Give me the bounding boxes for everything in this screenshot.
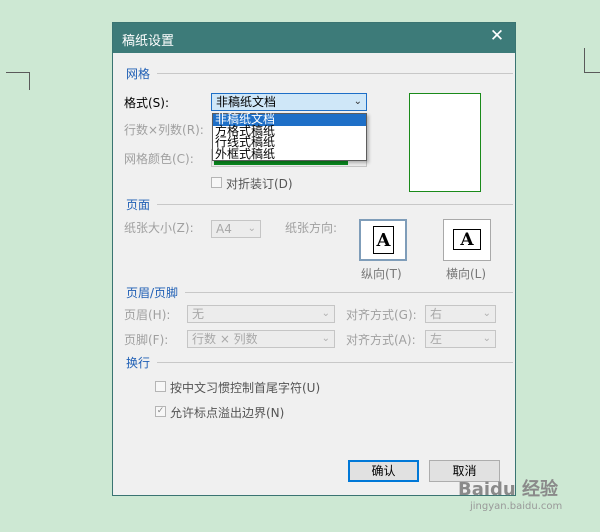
grid-section-divider [157, 73, 513, 74]
fold-checkbox[interactable] [211, 177, 222, 188]
crop-mark-tr-v [584, 48, 585, 73]
paper-preview [409, 93, 481, 192]
grid-section-header: 网格 [126, 67, 151, 81]
portrait-label: 纵向(T) [361, 267, 402, 281]
header-footer-section-divider [185, 292, 513, 293]
baidu-watermark-url: jingyan.baidu.com [470, 501, 563, 512]
grid-color-label: 网格颜色(C): [124, 152, 194, 166]
portrait-button[interactable]: A [359, 219, 407, 261]
page-section-header: 页面 [126, 198, 151, 212]
footer-align-select[interactable]: 左 ⌄ [425, 330, 496, 348]
header-select[interactable]: 无 ⌄ [187, 305, 335, 323]
landscape-button[interactable]: A [443, 219, 491, 261]
header-value: 无 [192, 307, 205, 321]
baidu-watermark-logo: Baidu 经验 [458, 479, 559, 500]
footer-align-label: 对齐方式(A): [346, 333, 416, 347]
portrait-page-icon: A [373, 226, 394, 254]
crop-mark-tr-h [584, 72, 600, 73]
cjk-control-checkbox[interactable] [155, 381, 166, 392]
crop-mark-tl-h [6, 72, 30, 73]
paper-size-select[interactable]: A4 ⌄ [211, 220, 261, 238]
header-footer-section-header: 页眉/页脚 [126, 286, 179, 300]
format-select-value: 非稿纸文档 [216, 95, 277, 109]
landscape-label: 横向(L) [446, 267, 487, 281]
chevron-down-icon: ⌄ [353, 96, 362, 107]
footer-value: 行数 × 列数 [192, 332, 258, 346]
cjk-control-label: 按中文习惯控制首尾字符(U) [170, 381, 321, 395]
footer-label: 页脚(F): [124, 333, 169, 347]
landscape-page-icon: A [453, 229, 481, 250]
footer-align-value: 左 [430, 332, 443, 346]
chevron-down-icon: ⌄ [321, 333, 330, 344]
header-align-select[interactable]: 右 ⌄ [425, 305, 496, 323]
line-break-section-divider [157, 362, 513, 363]
format-select[interactable]: 非稿纸文档 ⌄ [211, 93, 367, 111]
chevron-down-icon: ⌄ [321, 308, 330, 319]
header-align-value: 右 [430, 307, 443, 321]
punct-overflow-label: 允许标点溢出边界(N) [170, 406, 285, 420]
close-icon[interactable]: ✕ [489, 28, 505, 45]
fold-label: 对折装订(D) [226, 177, 293, 191]
chevron-down-icon: ⌄ [482, 333, 491, 344]
rows-cols-label: 行数×列数(R): [124, 123, 204, 137]
dialog-title: 稿纸设置 [122, 34, 175, 49]
paper-settings-dialog: 稿纸设置 ✕ 网格 格式(S): 非稿纸文档 ⌄ 非稿纸文档 方格式稿纸 行线式… [112, 22, 516, 496]
line-break-section-header: 换行 [126, 356, 151, 370]
format-option[interactable]: 外框式稿纸 [213, 148, 366, 161]
paper-size-value: A4 [216, 222, 232, 236]
header-align-label: 对齐方式(G): [346, 308, 417, 322]
crop-mark-tl-v [29, 72, 30, 90]
punct-overflow-checkbox[interactable]: ✓ [155, 406, 166, 417]
page-section-divider [157, 204, 513, 205]
chevron-down-icon: ⌄ [482, 308, 491, 319]
footer-select[interactable]: 行数 × 列数 ⌄ [187, 330, 335, 348]
orientation-label: 纸张方向: [285, 221, 338, 235]
dialog-titlebar: 稿纸设置 ✕ [113, 23, 515, 53]
header-label: 页眉(H): [124, 308, 171, 322]
format-dropdown-list: 非稿纸文档 方格式稿纸 行线式稿纸 外框式稿纸 [212, 113, 367, 161]
paper-size-label: 纸张大小(Z): [124, 221, 194, 235]
ok-button[interactable]: 确认 [348, 460, 419, 482]
chevron-down-icon: ⌄ [247, 223, 256, 234]
format-label: 格式(S): [124, 96, 170, 110]
